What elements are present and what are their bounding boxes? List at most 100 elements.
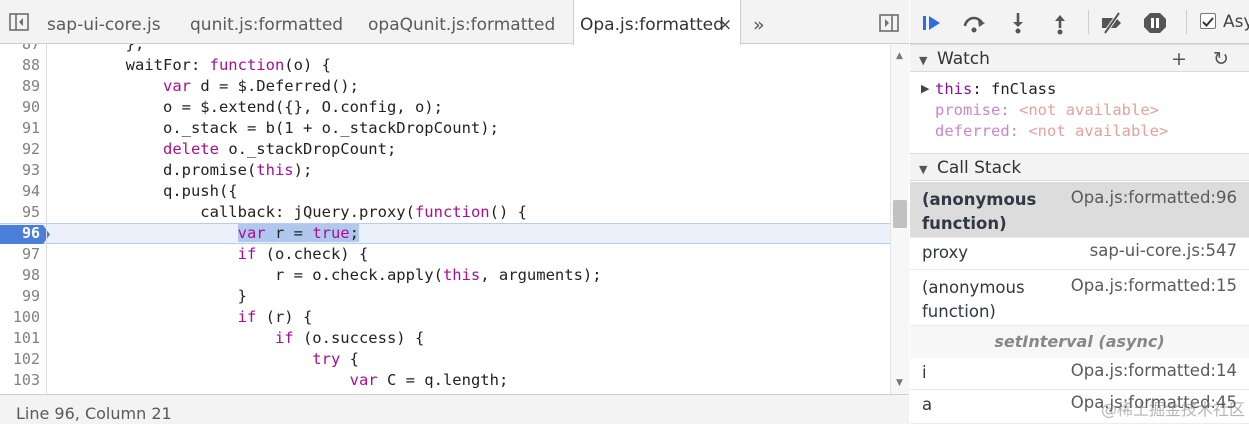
code-line[interactable]: 87 }, (0, 44, 890, 55)
line-number[interactable]: 100 (0, 307, 40, 328)
code-line[interactable]: 90 o = $.extend({}, O.config, o); (0, 97, 890, 118)
watch-title: Watch (937, 49, 990, 69)
collapse-triangle-icon: ▼ (919, 54, 928, 67)
line-number[interactable]: 95 (0, 202, 40, 223)
code-text: try { (312, 350, 359, 368)
line-number[interactable]: 91 (0, 118, 40, 139)
deactivate-breakpoints-icon[interactable] (1099, 11, 1125, 35)
line-number[interactable]: 101 (0, 328, 40, 349)
async-checkbox[interactable] (1200, 13, 1216, 29)
line-number[interactable]: 87 (0, 44, 40, 55)
line-number[interactable]: 96 (0, 223, 40, 244)
frame-location[interactable]: sap-ui-core.js:547 (1090, 241, 1237, 260)
editor-tab-bar: sap-ui-core.js qunit.js:formatted opaQun… (0, 0, 909, 45)
line-number[interactable]: 88 (0, 55, 40, 76)
code-text: if (r) { (237, 308, 313, 326)
selected-text: var r = true; (237, 224, 359, 242)
code-line[interactable]: 89 var d = $.Deferred(); (0, 76, 890, 97)
async-label[interactable]: Async (1223, 12, 1249, 32)
tab-label: Opa.js:formatted (580, 15, 724, 35)
code-line[interactable]: 98 r = o.check.apply(this, arguments); (0, 265, 890, 286)
step-out-icon[interactable] (1047, 11, 1073, 35)
code-text: }, (51, 44, 145, 53)
source-editor-pane: sap-ui-core.js qunit.js:formatted opaQun… (0, 0, 909, 424)
refresh-icon[interactable]: ↻ (1213, 48, 1229, 70)
line-number[interactable]: 98 (0, 265, 40, 286)
frame-function: i (922, 363, 927, 382)
code-line[interactable]: 97 if (o.check) { (0, 244, 890, 265)
line-number[interactable]: 92 (0, 139, 40, 160)
code-line[interactable]: 101 if (o.success) { (0, 328, 890, 349)
watch-item[interactable]: ▶ this: fnClass (910, 80, 1249, 101)
line-number[interactable]: 97 (0, 244, 40, 265)
line-number[interactable]: 102 (0, 349, 40, 370)
watch-name: this (935, 80, 973, 98)
frame-function: a (922, 395, 933, 414)
watch-name: promise (935, 101, 1001, 119)
vertical-scrollbar[interactable]: ▲ ▼ (890, 44, 909, 394)
code-line[interactable]: 96 var r = true; (0, 223, 890, 244)
scrollbar-thumb[interactable] (893, 200, 907, 228)
cursor-position: Line 96, Column 21 (16, 404, 172, 423)
toggle-debugger-sidebar-icon[interactable] (879, 14, 899, 32)
code-text: var d = $.Deferred(); (162, 77, 359, 95)
code-line[interactable]: 93 d.promise(this); (0, 160, 890, 181)
tab-overflow-icon[interactable]: » (753, 0, 765, 44)
tab-opaqunit[interactable]: opaQunit.js:formatted (368, 0, 555, 44)
call-frame[interactable]: i Opa.js:formatted:14 (910, 358, 1249, 390)
watch-value: <not available> (1019, 101, 1159, 119)
code-text: d.promise(this); (51, 161, 313, 179)
frame-location[interactable]: Opa.js:formatted:96 (1071, 188, 1237, 207)
code-text: } (51, 287, 247, 305)
line-number[interactable]: 94 (0, 181, 40, 202)
pause-on-exceptions-icon[interactable] (1142, 11, 1168, 35)
code-text: o = $.extend({}, O.config, o); (51, 98, 443, 116)
code-line[interactable]: 102 try { (0, 349, 890, 370)
expand-triangle-icon[interactable]: ▶ (921, 82, 929, 95)
toolbar-divider (1088, 10, 1089, 34)
call-frame[interactable]: proxy sap-ui-core.js:547 (910, 238, 1249, 270)
code-line[interactable]: 92 delete o._stackDropCount; (0, 139, 890, 160)
line-number[interactable]: 93 (0, 160, 40, 181)
call-frame[interactable]: (anonymous function) Opa.js:formatted:96 (910, 182, 1249, 238)
tab-qunit[interactable]: qunit.js:formatted (190, 0, 343, 44)
step-over-icon[interactable] (961, 11, 987, 35)
code-line[interactable]: 94 q.push({ (0, 181, 890, 202)
line-number[interactable]: 99 (0, 286, 40, 307)
watch-item[interactable]: deferred: <not available> (910, 122, 1249, 143)
tab-opa-active[interactable]: Opa.js:formatted × (573, 0, 741, 45)
tab-sap-ui-core[interactable]: sap-ui-core.js (47, 0, 161, 44)
line-number[interactable]: 103 (0, 370, 40, 391)
call-stack-title: Call Stack (937, 158, 1022, 178)
debugger-toolbar: Async (910, 0, 1249, 44)
code-line[interactable]: 100 if (r) { (0, 307, 890, 328)
call-stack-section-header[interactable]: ▼ Call Stack (910, 153, 1249, 181)
scroll-down-icon[interactable]: ▼ (896, 378, 903, 388)
code-text: waitFor: function(o) { (51, 56, 331, 74)
code-line[interactable]: 103 var C = q.length; (0, 370, 890, 391)
code-text: callback: jQuery.proxy(function() { (51, 203, 527, 221)
step-into-icon[interactable] (1005, 11, 1031, 35)
code-text: o._stack = b(1 + o._stackDropCount); (51, 119, 499, 137)
code-line[interactable]: 88 waitFor: function(o) { (0, 55, 890, 76)
toggle-navigator-icon[interactable] (9, 13, 29, 31)
add-watch-icon[interactable]: + (1171, 48, 1187, 70)
scroll-up-icon[interactable]: ▲ (896, 51, 903, 61)
code-line[interactable]: 95 callback: jQuery.proxy(function() { (0, 202, 890, 223)
watch-value: <not available> (1028, 122, 1169, 140)
toolbar-divider (1186, 10, 1187, 34)
watch-item[interactable]: promise: <not available> (910, 101, 1249, 122)
line-number[interactable]: 89 (0, 76, 40, 97)
line-number[interactable]: 90 (0, 97, 40, 118)
code-line[interactable]: 99 } (0, 286, 890, 307)
watch-name: deferred (935, 122, 1010, 140)
watch-section-header[interactable]: ▼ Watch + ↻ (910, 44, 1249, 72)
resume-icon[interactable] (920, 11, 946, 35)
frame-location[interactable]: Opa.js:formatted:15 (1071, 276, 1237, 295)
call-frame[interactable]: (anonymous function) Opa.js:formatted:15 (910, 270, 1249, 326)
code-line[interactable]: 91 o._stack = b(1 + o._stackDropCount); (0, 118, 890, 139)
frame-function: (anonymous function) (922, 278, 1025, 321)
line-number-gutter-divider (46, 44, 47, 394)
code-area[interactable]: 87 }, 88 waitFor: function(o) {89 var d =… (0, 44, 890, 394)
frame-location[interactable]: Opa.js:formatted:14 (1071, 361, 1237, 380)
